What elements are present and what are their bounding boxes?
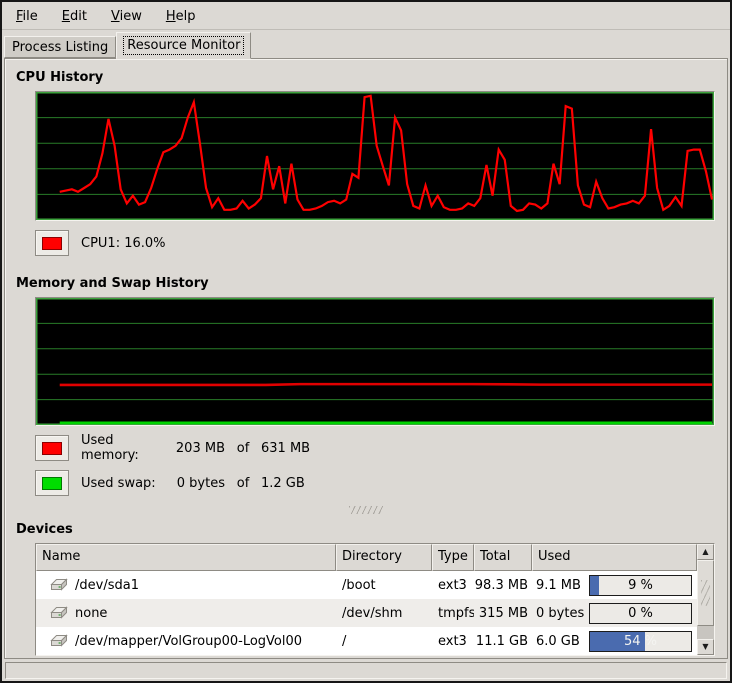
table-row[interactable]: /dev/mapper/VolGroup00-LogVol00 /ext311.1… [36,627,697,655]
memory-history-title: Memory and Swap History [16,276,727,293]
memory-label: Used memory: [81,433,173,463]
disk-drive-icon [50,606,68,620]
disk-drive-icon [50,634,68,648]
cpu-history-graph [35,91,715,221]
usage-bar: 9 % [589,575,692,596]
pane-resize-grip[interactable] [349,506,383,514]
devices-table: NameDirectoryTypeTotalUsed /dev/sda1/boo… [35,543,715,656]
column-header-name[interactable]: Name [36,544,336,571]
devices-table-header: NameDirectoryTypeTotalUsed [36,544,697,571]
cell-type: ext3 [432,634,474,649]
column-header-directory[interactable]: Directory [336,544,432,571]
memory-color-swatch [42,442,62,455]
scrollbar-thumb[interactable] [697,560,714,626]
swap-total-value: 1.2 GB [261,476,305,491]
resource-monitor-panel: CPU History CPU1: 16.0% Memory and Swap … [4,58,728,659]
memory-total-value: 631 MB [261,441,310,456]
cell-name: /dev/mapper/VolGroup00-LogVol00 [36,634,336,649]
cpu-color-swatch [42,237,62,250]
swap-used-value: 0 bytes [173,476,225,491]
tab-label: Resource Monitor [124,37,243,54]
menu-file[interactable]: File [6,6,48,27]
devices-table-body: /dev/sda1/bootext398.3 MB9.1 MB9 %none/d… [36,571,697,655]
scrollbar-grip-icon [701,580,710,606]
cell-total: 11.1 GB [474,634,532,649]
usage-percent: 9 % [590,576,691,595]
table-row[interactable]: none/dev/shmtmpfs315 MB 0 bytes 0 % [36,599,697,627]
device-name: /dev/sda1 [75,578,139,593]
device-name: /dev/mapper/VolGroup00-LogVol00 [75,634,302,649]
scroll-up-button[interactable]: ▲ [697,544,714,560]
cell-name: none [36,606,336,621]
menu-help[interactable]: Help [156,6,206,27]
menu-view[interactable]: View [101,6,152,27]
swap-legend-row: Used swap: 0 bytes of 1.2 GB [35,470,727,496]
used-value: 6.0 GB [536,634,580,649]
cell-total: 315 MB [474,606,532,621]
column-header-type[interactable]: Type [432,544,474,571]
cell-used: 9.1 MB 9 % [532,575,697,596]
tab-resource-monitor[interactable]: Resource Monitor [116,32,251,59]
usage-bar: 54 % [589,631,692,652]
table-row[interactable]: /dev/sda1/bootext398.3 MB 9.1 MB 9 % [36,571,697,599]
swap-color-button[interactable] [35,470,69,496]
cell-directory: /boot [336,578,432,593]
tab-bar: Process Listing Resource Monitor [2,30,730,58]
used-value: 9.1 MB [536,578,581,593]
swap-of-text: of [225,476,261,491]
vertical-scrollbar[interactable]: ▲ ▼ [697,544,714,655]
swap-label: Used swap: [81,476,173,491]
usage-percent: 54 % [590,632,691,651]
system-monitor-window: FileEditViewHelp Process Listing Resourc… [0,0,732,683]
cpu-color-button[interactable] [35,230,69,256]
used-value: 0 bytes [536,606,584,621]
cell-used: 6.0 GB 54 % [532,631,697,652]
cpu-legend: CPU1: 16.0% [35,230,727,256]
cpu-history-title: CPU History [16,70,727,87]
cell-used: 0 bytes 0 % [532,603,697,624]
swap-color-swatch [42,477,62,490]
scrollbar-trough[interactable] [697,626,714,639]
memory-swap-graph [35,297,715,426]
cell-type: tmpfs [432,606,474,621]
cell-directory: /dev/shm [336,606,432,621]
usage-percent: 0 % [590,604,691,623]
memory-used-value: 203 MB [173,441,225,456]
column-header-used[interactable]: Used [532,544,697,571]
column-header-total[interactable]: Total [474,544,532,571]
usage-bar: 0 % [589,603,692,624]
tab-label: Process Listing [12,40,108,55]
cell-type: ext3 [432,578,474,593]
scroll-down-button[interactable]: ▼ [697,639,714,655]
cell-name: /dev/sda1 [36,578,336,593]
cell-directory: / [336,634,432,649]
disk-drive-icon [50,578,68,592]
statusbar [5,662,727,679]
devices-title: Devices [16,522,727,539]
memory-color-button[interactable] [35,435,69,461]
cell-total: 98.3 MB [474,578,532,593]
memory-of-text: of [225,441,261,456]
device-name: none [75,606,107,621]
menubar: FileEditViewHelp [2,4,730,30]
cpu-usage-label: CPU1: 16.0% [81,236,166,251]
memory-legend-row: Used memory: 203 MB of 631 MB [35,435,727,461]
menu-edit[interactable]: Edit [52,6,97,27]
tab-process-listing[interactable]: Process Listing [4,36,116,58]
